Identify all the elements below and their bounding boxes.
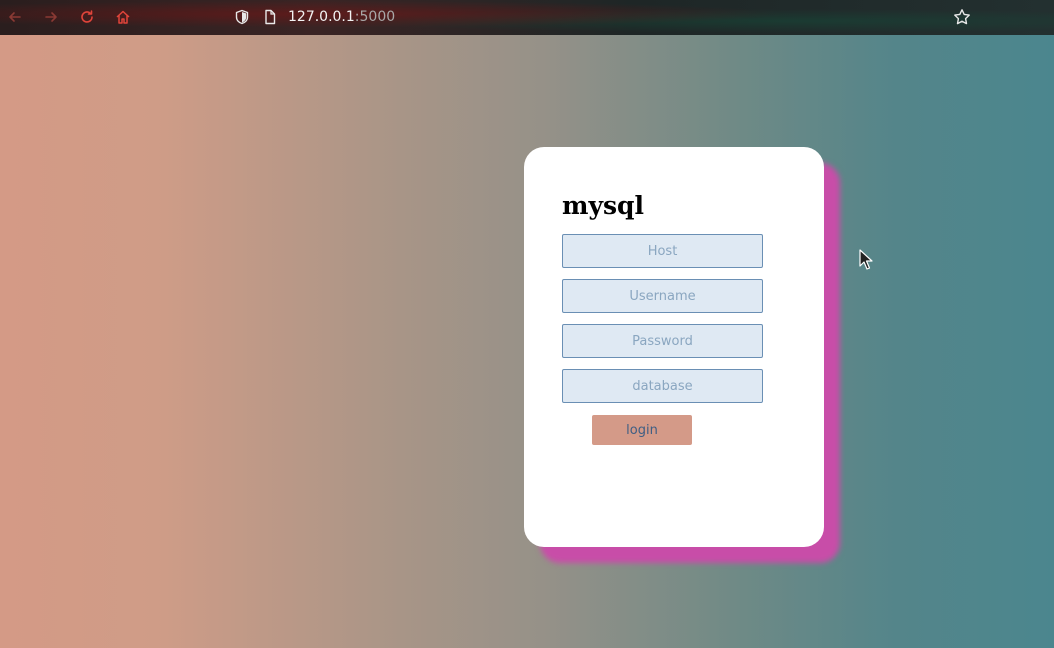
login-card: mysql login [524, 147, 824, 547]
password-input[interactable] [562, 324, 763, 358]
page-icon [259, 6, 281, 28]
mouse-cursor-icon [859, 249, 873, 275]
home-icon[interactable] [112, 6, 134, 28]
database-input[interactable] [562, 369, 763, 403]
reload-icon[interactable] [76, 6, 98, 28]
shield-icon[interactable] [231, 6, 253, 28]
login-button[interactable]: login [592, 415, 692, 445]
url-bar[interactable]: 127.0.0.1:5000 [288, 6, 395, 28]
arrow-right-icon[interactable] [40, 6, 62, 28]
url-host: 127.0.0.1 [288, 9, 355, 25]
form-title: mysql [562, 191, 645, 220]
url-port: :5000 [354, 9, 396, 25]
username-input[interactable] [562, 279, 763, 313]
page-background: mysql login [0, 35, 1054, 648]
arrow-left-icon[interactable] [4, 6, 26, 28]
browser-toolbar: 127.0.0.1:5000 [0, 0, 1054, 35]
star-icon[interactable] [951, 6, 973, 28]
host-input[interactable] [562, 234, 763, 268]
